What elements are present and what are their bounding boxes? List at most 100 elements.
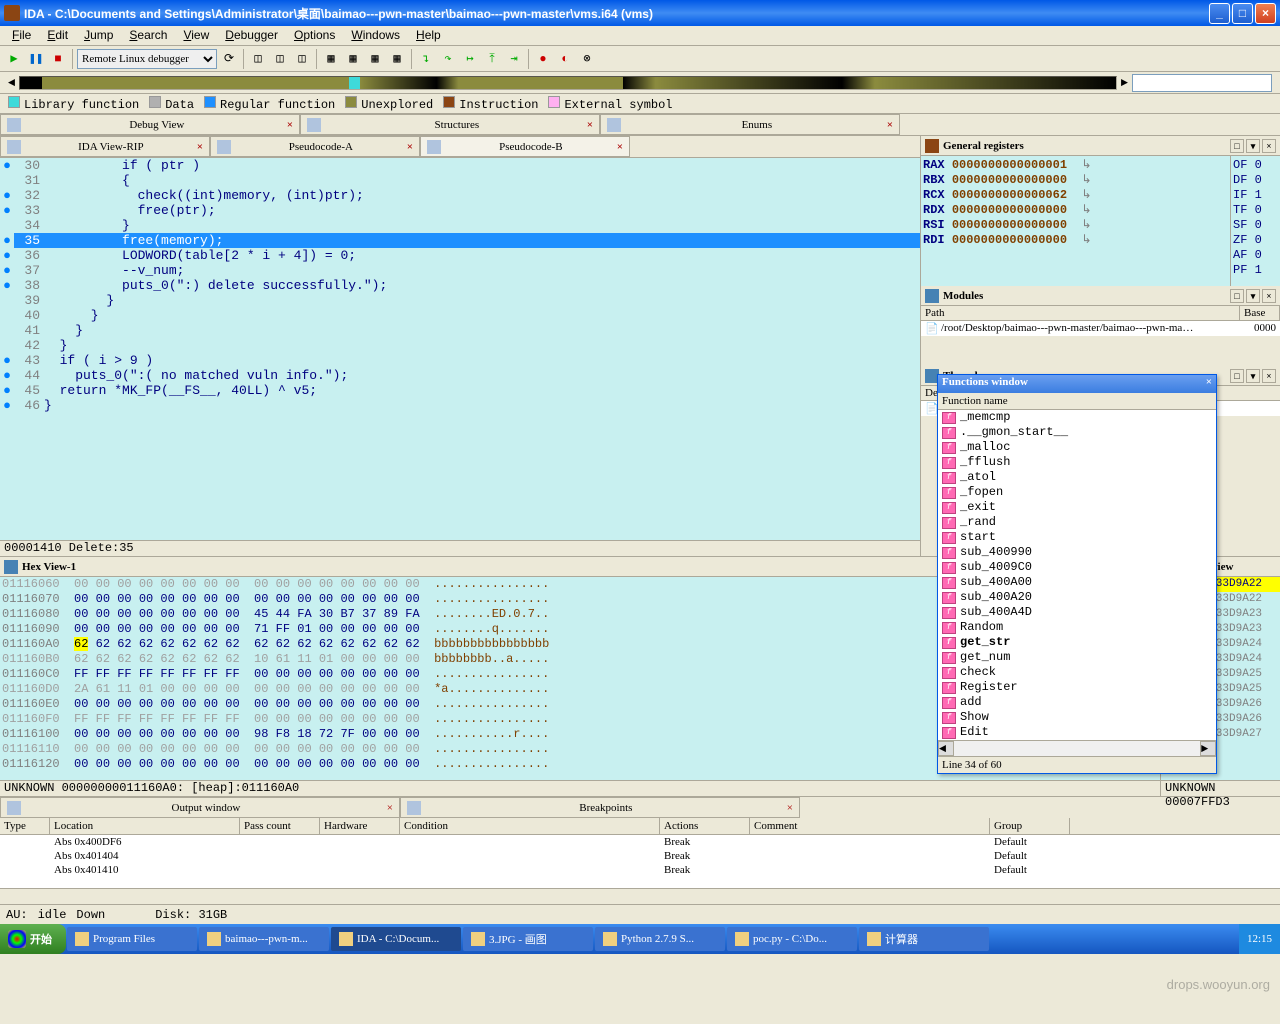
code-line[interactable]: ●37 --v_num; xyxy=(0,263,920,278)
code-line[interactable]: ●35 free(memory); xyxy=(0,233,920,248)
panel-dock-button[interactable]: □ xyxy=(1230,139,1244,153)
code-line[interactable]: ●43 if ( i > 9 ) xyxy=(0,353,920,368)
function-item[interactable]: fsub_400A20 xyxy=(938,590,1216,605)
functions-window[interactable]: Functions window× Function name f_memcmp… xyxy=(937,374,1217,774)
breakpoints-table[interactable]: TypeLocationPass countHardwareConditionA… xyxy=(0,818,1280,888)
code-line[interactable]: 39 } xyxy=(0,293,920,308)
panel-pin-button[interactable]: ▾ xyxy=(1246,139,1260,153)
function-item[interactable]: f_exit xyxy=(938,500,1216,515)
register-row[interactable]: RAX 0000000000000001 ↳ xyxy=(923,158,1228,173)
taskbar-button[interactable]: 计算器 xyxy=(859,927,989,951)
minimize-button[interactable]: _ xyxy=(1209,3,1230,24)
function-item[interactable]: f.__gmon_start__ xyxy=(938,425,1216,440)
bottom-tab[interactable]: Output window× xyxy=(0,797,400,818)
maximize-button[interactable]: □ xyxy=(1232,3,1253,24)
code-line[interactable]: ●46} xyxy=(0,398,920,413)
run-button[interactable]: ▶ xyxy=(4,49,24,69)
taskbar-button[interactable]: IDA - C:\Docum... xyxy=(331,927,461,951)
sub-tab[interactable]: Pseudocode-B× xyxy=(420,136,630,157)
main-tab[interactable]: Enums× xyxy=(600,114,900,135)
code-line[interactable]: ●36 LODWORD(table[2 * i + 4]) = 0; xyxy=(0,248,920,263)
system-tray[interactable]: 12:15 xyxy=(1239,924,1280,954)
code-line[interactable]: ●32 check((int)memory, (int)ptr); xyxy=(0,188,920,203)
step-btn-2[interactable]: ↷ xyxy=(438,49,458,69)
code-line[interactable]: ●38 puts_0(":) delete successfully."); xyxy=(0,278,920,293)
registers-list[interactable]: RAX 0000000000000001 ↳RBX 00000000000000… xyxy=(921,156,1230,286)
code-line[interactable]: ●30 if ( ptr ) xyxy=(0,158,920,173)
step-btn-4[interactable]: ⤒ xyxy=(482,49,502,69)
function-item[interactable]: fsub_400A4D xyxy=(938,605,1216,620)
breakpoint-row[interactable]: Abs 0x401404BreakDefault xyxy=(0,849,1280,863)
function-item[interactable]: fRandom xyxy=(938,620,1216,635)
code-line[interactable]: 40 } xyxy=(0,308,920,323)
function-item[interactable]: fadd xyxy=(938,695,1216,710)
function-item[interactable]: fEdit xyxy=(938,725,1216,740)
menu-search[interactable]: Search xyxy=(121,26,175,45)
taskbar-button[interactable]: Program Files xyxy=(67,927,197,951)
function-item[interactable]: fsub_400A00 xyxy=(938,575,1216,590)
code-line[interactable]: 31 { xyxy=(0,173,920,188)
function-item[interactable]: f_rand xyxy=(938,515,1216,530)
close-button[interactable]: × xyxy=(1255,3,1276,24)
modules-table[interactable]: PathBase 📄/root/Desktop/baimao---pwn-mas… xyxy=(921,306,1280,336)
tool-btn-3[interactable]: ◫ xyxy=(292,49,312,69)
function-item[interactable]: fcheck xyxy=(938,665,1216,680)
code-line[interactable]: ●33 free(ptr); xyxy=(0,203,920,218)
menu-file[interactable]: File xyxy=(4,26,39,45)
function-item[interactable]: fRegister xyxy=(938,680,1216,695)
register-row[interactable]: RCX 0000000000000062 ↳ xyxy=(923,188,1228,203)
tool-btn-4[interactable]: ▦ xyxy=(321,49,341,69)
stop-button[interactable]: ■ xyxy=(48,49,68,69)
pause-button[interactable]: ❚❚ xyxy=(26,49,46,69)
tool-btn-1[interactable]: ◫ xyxy=(248,49,268,69)
nav-strip[interactable] xyxy=(19,76,1117,90)
taskbar-button[interactable]: baimao---pwn-m... xyxy=(199,927,329,951)
tool-btn-7[interactable]: ▦ xyxy=(387,49,407,69)
sub-tab[interactable]: Pseudocode-A× xyxy=(210,136,420,157)
function-item[interactable]: f_fopen xyxy=(938,485,1216,500)
breakpoint-row[interactable]: Abs 0x401410BreakDefault xyxy=(0,863,1280,877)
tool-btn-2[interactable]: ◫ xyxy=(270,49,290,69)
register-row[interactable]: RDX 0000000000000000 ↳ xyxy=(923,203,1228,218)
function-item[interactable]: fsub_4009C0 xyxy=(938,560,1216,575)
menu-options[interactable]: Options xyxy=(286,26,343,45)
start-button[interactable]: 开始 xyxy=(0,924,66,954)
function-item[interactable]: fsub_400990 xyxy=(938,545,1216,560)
menu-view[interactable]: View xyxy=(175,26,217,45)
nav-arrow-left[interactable]: ◄ xyxy=(8,76,15,90)
main-tab[interactable]: Structures× xyxy=(300,114,600,135)
tool-btn-5[interactable]: ▦ xyxy=(343,49,363,69)
step-btn-3[interactable]: ↦ xyxy=(460,49,480,69)
code-line[interactable]: 41 } xyxy=(0,323,920,338)
function-item[interactable]: f_fflush xyxy=(938,455,1216,470)
menu-windows[interactable]: Windows xyxy=(343,26,408,45)
funcwin-close[interactable]: × xyxy=(1206,376,1212,392)
menu-jump[interactable]: Jump xyxy=(76,26,121,45)
menu-debugger[interactable]: Debugger xyxy=(217,26,286,45)
step-btn-1[interactable]: ↴ xyxy=(416,49,436,69)
step-btn-5[interactable]: ⇥ xyxy=(504,49,524,69)
refresh-button[interactable]: ⟳ xyxy=(219,49,239,69)
register-row[interactable]: RBX 0000000000000000 ↳ xyxy=(923,173,1228,188)
function-item[interactable]: f_atol xyxy=(938,470,1216,485)
code-line[interactable]: ●44 puts_0(":( no matched vuln info."); xyxy=(0,368,920,383)
function-item[interactable]: f_malloc xyxy=(938,440,1216,455)
nav-arrow-right[interactable]: ► xyxy=(1121,76,1128,90)
menu-help[interactable]: Help xyxy=(408,26,449,45)
function-item[interactable]: fget_str xyxy=(938,635,1216,650)
function-item[interactable]: fstart xyxy=(938,530,1216,545)
breakpoint-row[interactable]: Abs 0x400DF6BreakDefault xyxy=(0,835,1280,849)
main-tab[interactable]: Debug View× xyxy=(0,114,300,135)
code-line[interactable]: 42 } xyxy=(0,338,920,353)
bottom-tab[interactable]: Breakpoints× xyxy=(400,797,800,818)
tool-btn-6[interactable]: ▦ xyxy=(365,49,385,69)
menu-edit[interactable]: Edit xyxy=(39,26,76,45)
bp-btn-3[interactable]: ⊗ xyxy=(577,49,597,69)
panel-close-button[interactable]: × xyxy=(1262,139,1276,153)
debugger-select[interactable]: Remote Linux debugger xyxy=(77,49,217,69)
taskbar-button[interactable]: poc.py - C:\Do... xyxy=(727,927,857,951)
sub-tab[interactable]: IDA View-RIP× xyxy=(0,136,210,157)
pseudocode-view[interactable]: ●30 if ( ptr )31 {●32 check((int)memory,… xyxy=(0,158,920,540)
flags-list[interactable]: OF 0DF 0IF 1TF 0SF 0ZF 0AF 0PF 1 xyxy=(1230,156,1280,286)
bp-btn-2[interactable]: ◐ xyxy=(555,49,575,69)
